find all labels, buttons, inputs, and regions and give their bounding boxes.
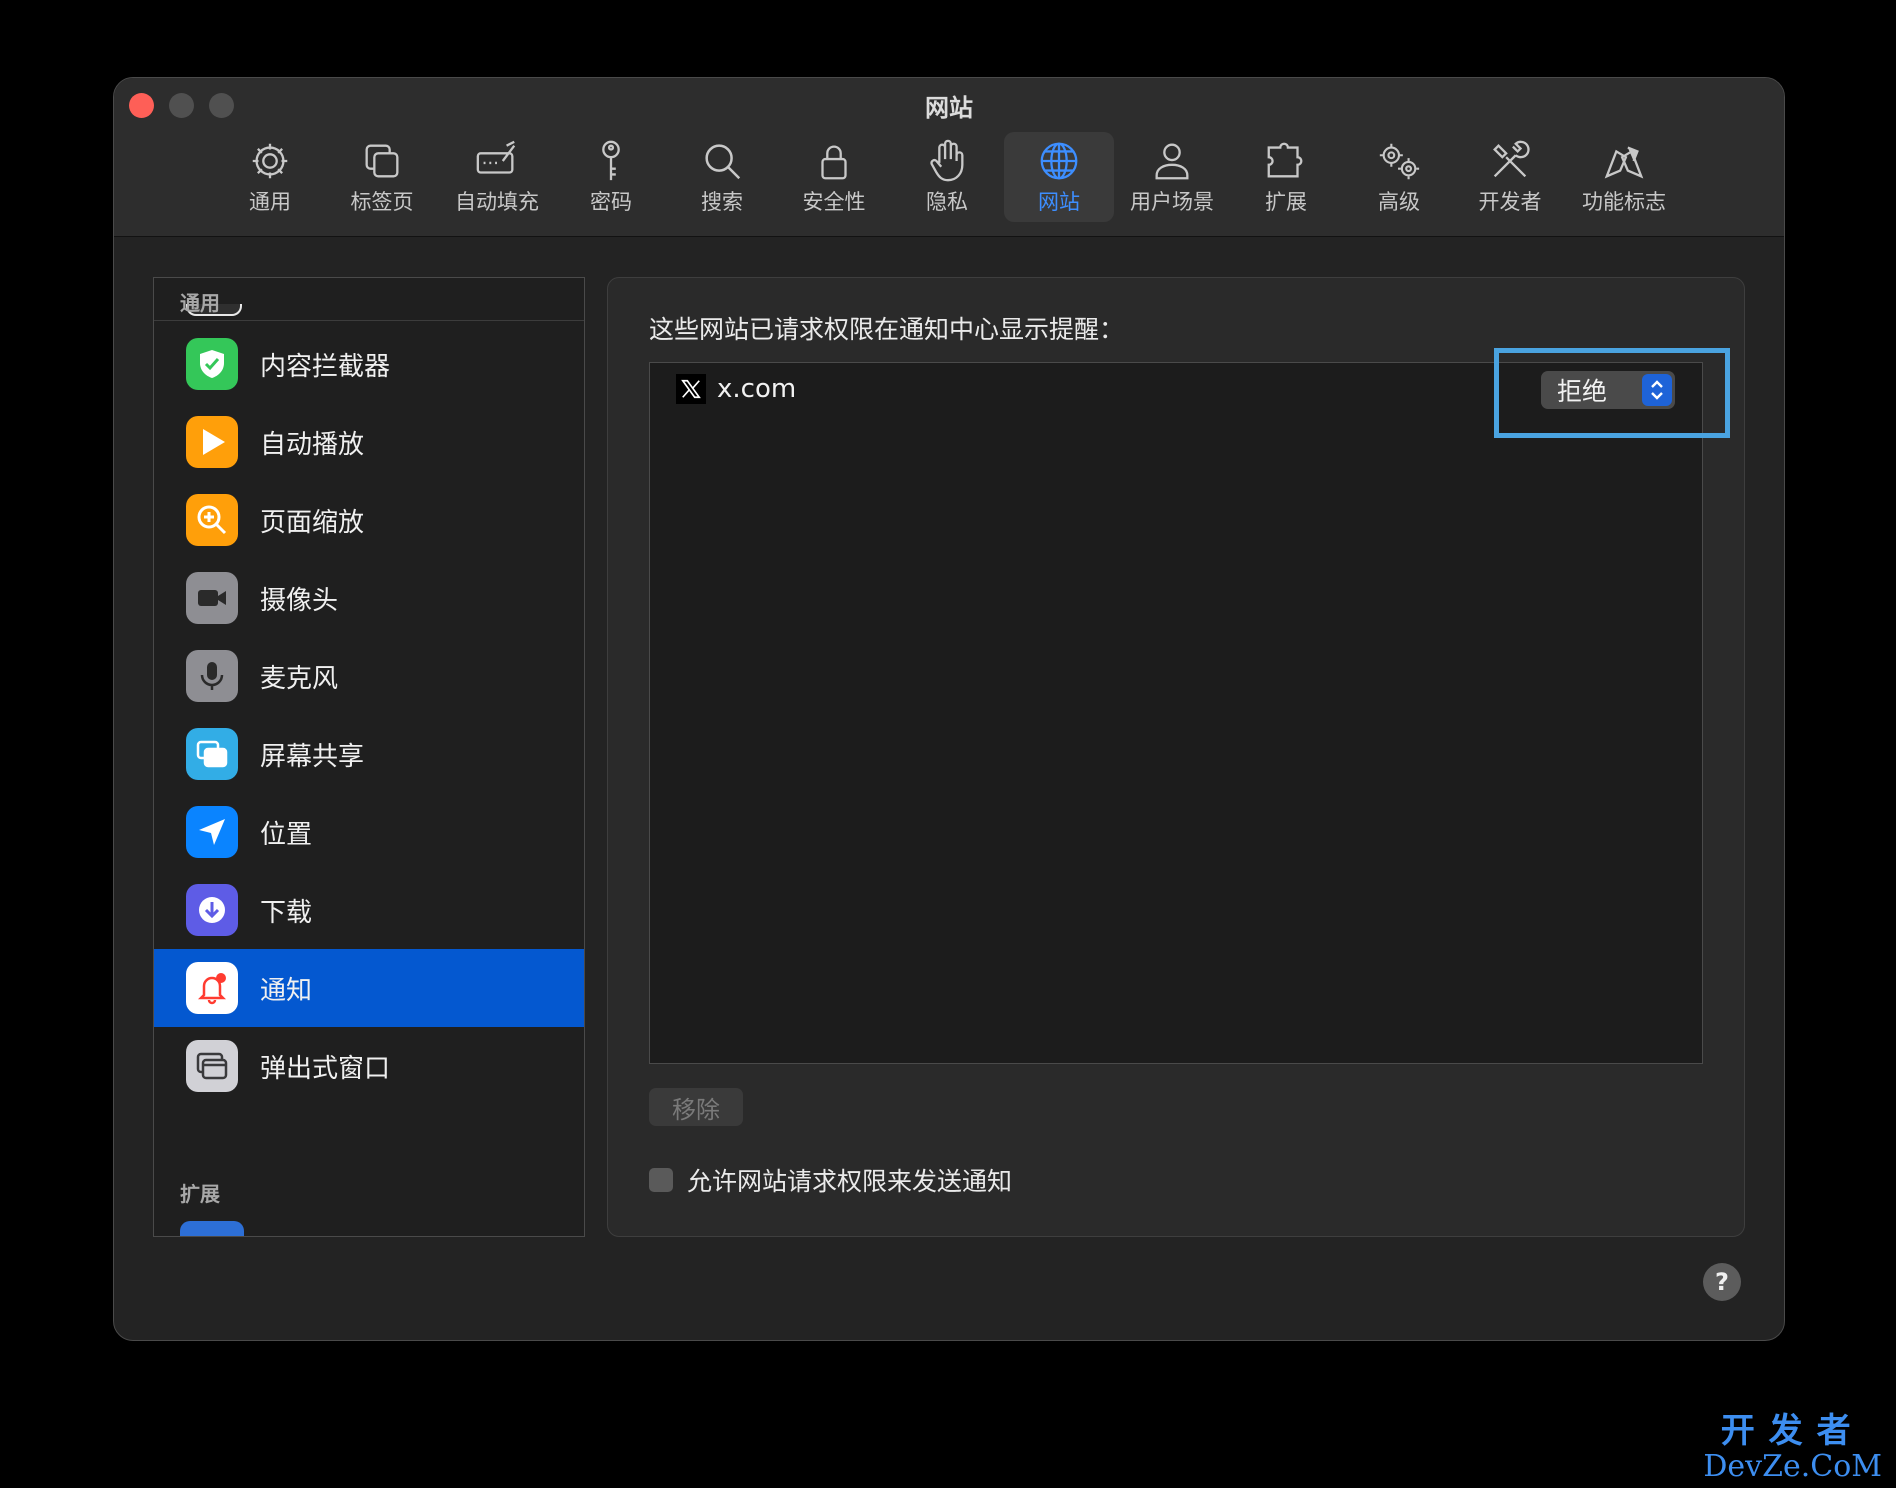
sidebar-item-popup-windows[interactable]: 弹出式窗口 bbox=[154, 1027, 584, 1105]
watermark-bottom: DevZe.CoM bbox=[1703, 1449, 1882, 1484]
section-divider bbox=[154, 320, 584, 321]
sidebar-item-page-zoom[interactable]: 页面缩放 bbox=[154, 481, 584, 559]
play-icon bbox=[186, 416, 238, 468]
sidebar-item-camera[interactable]: 摄像头 bbox=[154, 559, 584, 637]
website-name: x.com bbox=[717, 374, 797, 404]
tab-websites-label: 网站 bbox=[1038, 190, 1080, 214]
screen-share-icon bbox=[186, 728, 238, 780]
sidebar-item-label: 通知 bbox=[260, 975, 313, 1006]
allow-requests-checkbox[interactable] bbox=[649, 1168, 673, 1192]
sidebar-item-label: 下载 bbox=[260, 897, 313, 928]
help-button[interactable]: ? bbox=[1703, 1263, 1741, 1301]
watermark-top: 开发者 bbox=[1720, 1411, 1865, 1451]
tab-search-label: 搜索 bbox=[701, 190, 743, 214]
tab-developer[interactable]: 开发者 bbox=[1460, 132, 1560, 222]
gears-icon bbox=[1379, 143, 1420, 180]
annotation-highlight-box bbox=[1494, 348, 1730, 438]
tools-icon bbox=[1493, 140, 1530, 178]
sidebar-item-label: 页面缩放 bbox=[260, 507, 365, 538]
tab-privacy[interactable]: 隐私 bbox=[897, 132, 997, 222]
autofill-icon bbox=[476, 140, 516, 174]
tabs-icon bbox=[365, 144, 399, 178]
safari-settings-window: 网站 通用 标签页 自动填充 密码 搜索 安全性 隐私 网站 用户场景 扩展 高… bbox=[113, 77, 1785, 1341]
tab-security[interactable]: 安全性 bbox=[784, 132, 884, 222]
bell-icon bbox=[186, 962, 238, 1014]
sidebar-item-label: 屏幕共享 bbox=[260, 741, 365, 772]
tab-passwords-label: 密码 bbox=[590, 190, 632, 214]
section-header-extensions: 扩展 bbox=[180, 1182, 220, 1206]
location-arrow-icon bbox=[186, 806, 238, 858]
globe-icon bbox=[1040, 142, 1078, 180]
tab-tabs[interactable]: 标签页 bbox=[332, 132, 432, 222]
tab-developer-label: 开发者 bbox=[1478, 190, 1542, 214]
shield-check-icon bbox=[186, 338, 238, 390]
sidebar-item-autoplay[interactable]: 自动播放 bbox=[154, 403, 584, 481]
magnifier-icon bbox=[705, 144, 741, 180]
sidebar-item-label: 弹出式窗口 bbox=[260, 1053, 391, 1084]
tab-tabs-label: 标签页 bbox=[350, 190, 414, 214]
allow-requests-label: 允许网站请求权限来发送通知 bbox=[687, 1167, 1013, 1196]
remove-button[interactable]: 移除 bbox=[649, 1088, 743, 1126]
puzzle-icon bbox=[1267, 142, 1303, 178]
sidebar-item-screen-sharing[interactable]: 屏幕共享 bbox=[154, 715, 584, 793]
website-row[interactable]: x.com bbox=[676, 373, 796, 405]
extension-item-icon bbox=[180, 1221, 244, 1236]
tab-profiles[interactable]: 用户场景 bbox=[1122, 132, 1222, 222]
sidebar-item-label: 自动播放 bbox=[260, 429, 365, 460]
gear-icon bbox=[252, 143, 288, 179]
window-title: 网站 bbox=[925, 94, 973, 122]
panel-description: 这些网站已请求权限在通知中心显示提醒： bbox=[649, 315, 1125, 344]
tab-websites[interactable]: 网站 bbox=[1004, 132, 1114, 222]
tab-profiles-label: 用户场景 bbox=[1130, 190, 1214, 214]
popup-window-icon bbox=[186, 1040, 238, 1092]
sidebar-item-content-blockers[interactable]: 内容拦截器 bbox=[154, 325, 584, 403]
tab-autofill-label: 自动填充 bbox=[455, 190, 539, 214]
download-icon bbox=[186, 884, 238, 936]
settings-toolbar: 通用 标签页 自动填充 密码 搜索 安全性 隐私 网站 用户场景 扩展 高级 开… bbox=[114, 132, 1784, 232]
tab-security-label: 安全性 bbox=[802, 190, 866, 214]
tab-feature-flags[interactable]: 功能标志 bbox=[1574, 132, 1674, 222]
tab-advanced-label: 高级 bbox=[1378, 190, 1420, 214]
website-list[interactable]: x.com 拒绝 bbox=[649, 362, 1703, 1064]
sidebar-item-label: 麦克风 bbox=[260, 663, 339, 694]
sidebar-item-label: 位置 bbox=[260, 819, 313, 850]
tab-general[interactable]: 通用 bbox=[220, 132, 320, 222]
sidebar-item-label: 摄像头 bbox=[260, 585, 339, 616]
tab-general-label: 通用 bbox=[249, 190, 291, 214]
person-icon bbox=[1155, 143, 1189, 180]
title-bar: 网站 通用 标签页 自动填充 密码 搜索 安全性 隐私 网站 用户场景 扩展 高… bbox=[114, 78, 1784, 237]
allow-requests-row[interactable]: 允许网站请求权限来发送通知 bbox=[649, 1162, 1012, 1198]
hand-icon bbox=[930, 139, 964, 182]
sidebar-item-microphone[interactable]: 麦克风 bbox=[154, 637, 584, 715]
camera-icon bbox=[186, 572, 238, 624]
flags-icon bbox=[1604, 146, 1644, 179]
x-logo-icon bbox=[676, 374, 706, 404]
zoom-icon bbox=[186, 494, 238, 546]
sidebar-item-location[interactable]: 位置 bbox=[154, 793, 584, 871]
sidebar-item-notifications[interactable]: 通知 bbox=[154, 949, 584, 1027]
watermark-logo: 开发者 DevZe.CoM bbox=[1703, 1414, 1882, 1482]
tab-advanced[interactable]: 高级 bbox=[1349, 132, 1449, 222]
tab-extensions[interactable]: 扩展 bbox=[1236, 132, 1336, 222]
key-icon bbox=[602, 140, 620, 181]
tab-search[interactable]: 搜索 bbox=[672, 132, 772, 222]
section-header-general: 通用 bbox=[180, 291, 220, 315]
sidebar-item-downloads[interactable]: 下载 bbox=[154, 871, 584, 949]
microphone-icon bbox=[186, 650, 238, 702]
tab-privacy-label: 隐私 bbox=[926, 190, 968, 214]
permissions-sidebar[interactable]: 通用 内容拦截器 自动播放 页面缩放 摄像头 麦克风 屏幕共享 位置 下载 通知… bbox=[153, 277, 585, 1237]
tab-passwords[interactable]: 密码 bbox=[561, 132, 661, 222]
tab-autofill[interactable]: 自动填充 bbox=[447, 132, 547, 222]
tab-feature-flags-label: 功能标志 bbox=[1582, 190, 1666, 214]
sidebar-item-label: 内容拦截器 bbox=[260, 351, 391, 382]
lock-icon bbox=[821, 145, 847, 180]
tab-extensions-label: 扩展 bbox=[1265, 190, 1307, 214]
